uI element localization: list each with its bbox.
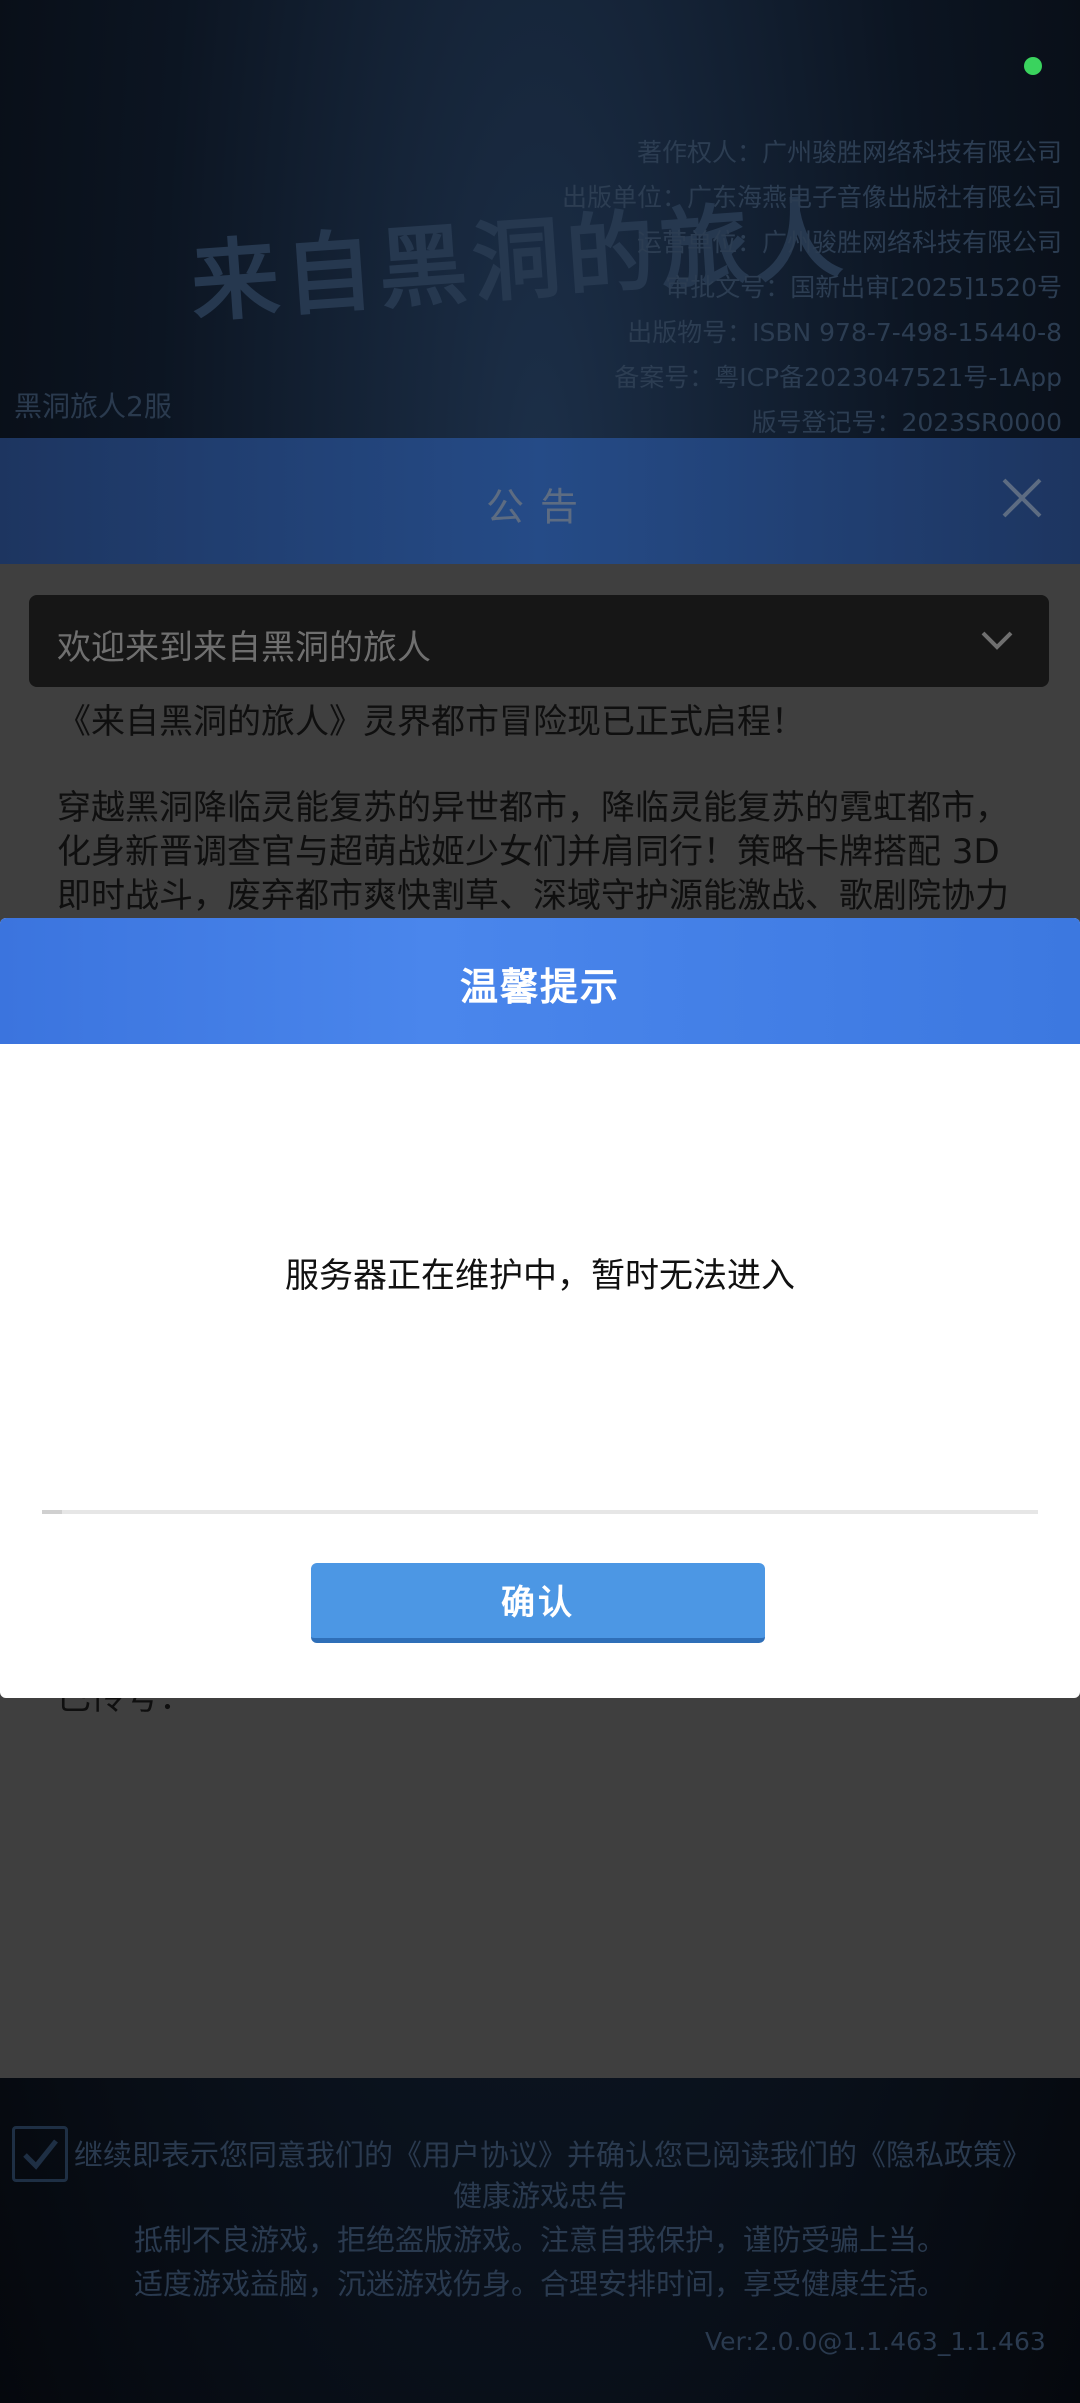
notice-text-line: 《来自黑洞的旅人》灵界都市冒险现已正式启程！: [57, 702, 805, 742]
confirm-button[interactable]: 确认: [311, 1563, 765, 1643]
credits-block: 著作权人：广州骏胜网络科技有限公司 出版单位：广东海燕电子音像出版社有限公司 运…: [562, 130, 1062, 445]
dialog-progress-bar: [42, 1510, 1038, 1514]
credit-line: 著作权人：广州骏胜网络科技有限公司: [636, 138, 1062, 167]
credit-line: 备案号：粤ICP备2023047521号-1App: [614, 363, 1062, 392]
notice-dropdown[interactable]: 欢迎来到来自黑洞的旅人: [29, 595, 1049, 687]
close-icon[interactable]: [1000, 476, 1044, 520]
dialog-header: 温馨提示: [0, 918, 1080, 1044]
chevron-down-icon: [981, 631, 1013, 650]
health-advice-line: 抵制不良游戏，拒绝盗版游戏。注意自我保护，谨防受骗上当。: [133, 2223, 946, 2257]
notice-title: 公告: [485, 485, 594, 529]
credit-line: 运营单位：广州骏胜网络科技有限公司: [636, 228, 1062, 257]
dialog-title: 温馨提示: [459, 965, 620, 1009]
maintenance-dialog: 温馨提示 服务器正在维护中，暂时无法进入 确认: [0, 918, 1080, 1698]
status-indicator: [1024, 57, 1042, 75]
server-label: 黑洞旅人2服: [14, 390, 172, 423]
notice-text-line: 即时战斗，废弃都市爽快割草、深域守护源能激战、歌剧院协力: [57, 876, 1009, 916]
health-advice-title: 健康游戏忠告: [452, 2179, 627, 2213]
checkmark-icon: [23, 2139, 58, 2170]
agreement-text[interactable]: 继续即表示您同意我们的《用户协议》并确认您已阅读我们的《隐私政策》: [74, 2132, 1031, 2174]
health-advice-line: 适度游戏益脑，沉迷游戏伤身。合理安排时间，享受健康生活。: [133, 2267, 946, 2301]
version-label: Ver:2.0.0@1.1.463_1.1.463: [705, 2327, 1046, 2356]
notice-header: 公告: [0, 438, 1080, 564]
dropdown-label: 欢迎来到来自黑洞的旅人: [57, 628, 431, 668]
progress-fill: [42, 1510, 62, 1514]
credit-line: 出版物号：ISBN 978-7-498-15440-8: [627, 318, 1062, 347]
credit-line: 审批文号：国新出审[2025]1520号: [665, 273, 1062, 302]
notice-text-line: 化身新晋调查官与超萌战姬少女们并肩同行！策略卡牌搭配 3D: [57, 832, 1000, 872]
dialog-message: 服务器正在维护中，暂时无法进入: [285, 1256, 795, 1296]
notice-text-line: 穿越黑洞降临灵能复苏的异世都市，降临灵能复苏的霓虹都市，: [57, 788, 1009, 828]
credit-line: 出版单位：广东海燕电子音像出版社有限公司: [561, 183, 1062, 212]
